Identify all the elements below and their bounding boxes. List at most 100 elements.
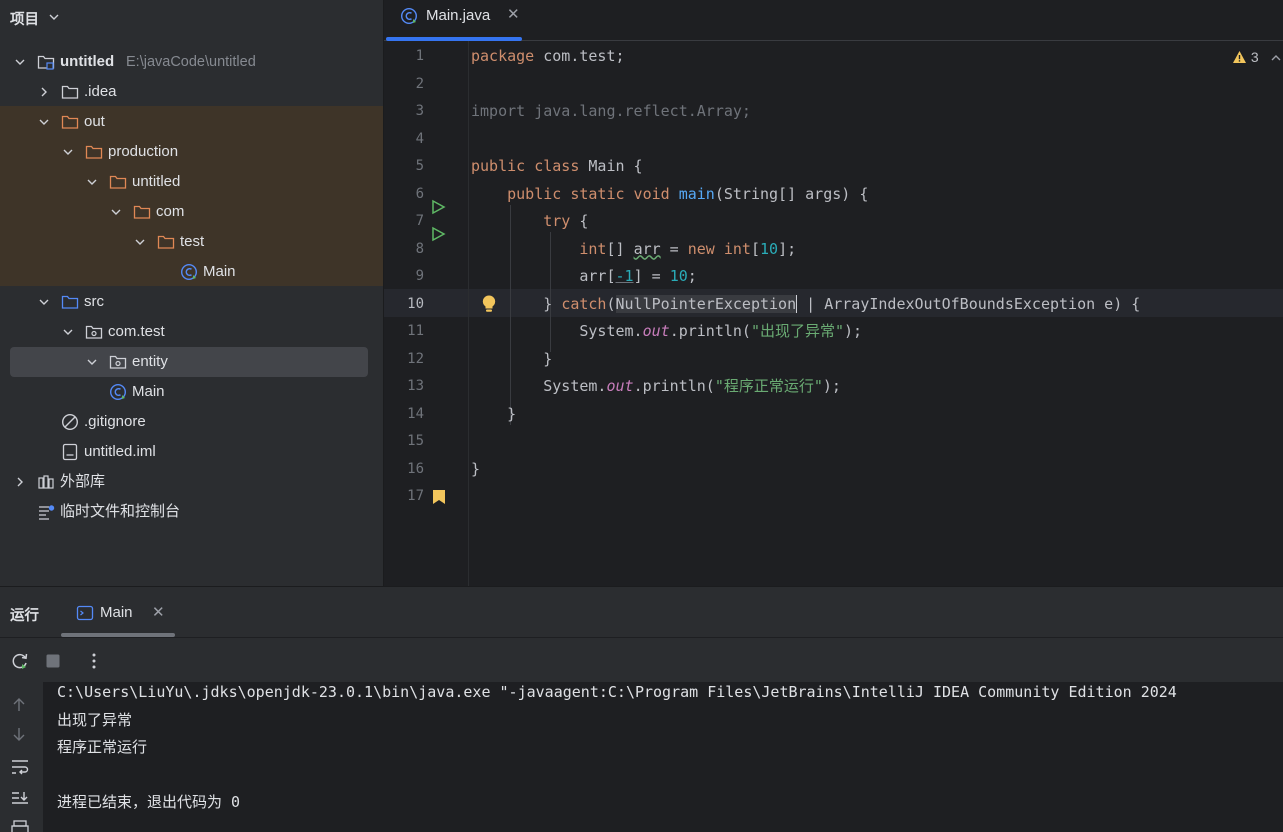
console-output[interactable]: C:\Users\LiuYu\.jdks\openjdk-23.0.1\bin\… [43,682,1283,832]
tree-item-com[interactable]: com [0,197,383,227]
warning-icon [1233,51,1246,63]
run-gutter-icon[interactable] [430,199,446,215]
run-gutter-icon[interactable] [430,226,446,242]
rerun-icon[interactable] [10,651,30,671]
tree-item-label: src [84,293,104,310]
tree-item-label: Main [132,383,165,400]
code-line-12[interactable]: } [471,346,552,374]
tree-item-label: untitled [60,53,115,70]
java-class-icon [109,383,127,401]
line-number: 17 [407,488,424,504]
tree-item-src[interactable]: src [0,287,383,317]
chevron-down-icon[interactable] [62,326,74,338]
tree-item-label: .gitignore [84,413,146,430]
line-number: 11 [407,323,424,339]
tree-item-label: com.test [108,323,165,340]
tree-item-out[interactable]: out [0,107,383,137]
excluded-folder-icon [85,145,103,159]
package-icon [85,325,103,339]
chevron-up-icon[interactable] [1270,52,1282,64]
tree-item-test[interactable]: test [0,227,383,257]
tree-item-label: untitled [132,173,181,190]
line-number: 10 [407,295,424,312]
chevron-down-icon[interactable] [38,116,50,128]
code-line-5[interactable]: public class Main { [471,153,643,181]
code-line-7[interactable]: try { [471,208,588,236]
tree-item-com-test[interactable]: com.test [0,317,383,347]
code-line-6[interactable]: public static void main(String[] args) { [471,181,868,209]
code-line-8[interactable]: int[] arr = new int[10]; [471,236,796,264]
run-tab-main[interactable]: Main ✕ [62,594,175,634]
tree-item-untitled-root[interactable]: untitled E:\javaCode\untitled [0,47,383,77]
tab-main-java[interactable]: Main.java ✕ [384,0,520,41]
code-line-16[interactable]: } [471,456,480,484]
line-number: 5 [415,158,424,174]
tree-item-iml[interactable]: untitled.iml [0,437,383,467]
code-line-1[interactable]: package com.test; [471,43,625,71]
scroll-to-end-icon[interactable] [10,790,30,808]
stop-icon[interactable] [45,653,61,669]
java-class-icon [400,7,418,25]
tree-item-label: out [84,113,105,130]
console-line: 程序正常运行 [57,738,148,756]
print-icon[interactable] [10,820,30,832]
line-number: 6 [415,185,424,202]
code-line-3[interactable]: import java.lang.reflect.Array; [471,98,751,126]
tree-item-scratches[interactable]: 临时文件和控制台 [0,497,383,527]
inspection-widget[interactable]: 3 [1232,49,1259,65]
tree-item-untitled-output[interactable]: untitled [0,167,383,197]
console-icon [76,605,94,621]
run-toolbar [0,638,1283,682]
chevron-down-icon[interactable] [48,11,60,23]
tree-item-production[interactable]: production [0,137,383,167]
tree-item-label: 临时文件和控制台 [60,503,181,520]
console-line: 进程已结束，退出代码为 0 [57,793,241,811]
gutter-separator [468,41,469,586]
chevron-down-icon[interactable] [86,356,98,368]
project-panel-header: 项目 [0,0,383,34]
chevron-right-icon[interactable] [38,86,50,98]
editor-gutter: 1 2 3 4 5 6 7 8 9 10 11 12 13 14 15 16 1… [384,41,496,586]
arrow-up-icon[interactable] [10,696,28,714]
more-options-icon[interactable] [86,652,102,670]
excluded-folder-icon [109,175,127,189]
tree-item-idea[interactable]: .idea [0,77,383,107]
arrow-down-icon[interactable] [10,725,28,743]
chevron-down-icon[interactable] [38,296,50,308]
module-file-icon [62,443,78,461]
chevron-down-icon[interactable] [14,56,26,68]
code-line-10[interactable]: } catch(NullPointerException | ArrayInde… [471,291,1140,319]
tree-item-label: com [156,203,185,220]
run-tool-window: 运行 Main ✕ C:\Users\LiuYu\.jdks\openjdk-2… [0,586,1283,832]
tree-item-gitignore[interactable]: .gitignore [0,407,383,437]
chevron-down-icon[interactable] [86,176,98,188]
code-line-11[interactable]: System.out.println("出现了异常"); [471,318,862,346]
tree-item-entity[interactable]: entity [0,347,383,377]
console-side-toolbar [0,682,43,832]
chevron-down-icon[interactable] [62,146,74,158]
close-icon[interactable]: ✕ [507,5,520,23]
tree-item-label: test [180,233,205,250]
chevron-right-icon[interactable] [14,476,26,488]
tree-item-external-libraries[interactable]: 外部库 [0,467,383,497]
code-line-13[interactable]: System.out.println("程序正常运行"); [471,373,841,401]
folder-icon [61,85,79,99]
project-panel-title[interactable]: 项目 [10,8,39,29]
tab-label: Main.java [426,7,491,24]
code-line-9[interactable]: arr[-1] = 10; [471,263,696,291]
code-line-14[interactable]: } [471,401,516,429]
tree-item-main-class[interactable]: Main [0,377,383,407]
soft-wrap-icon[interactable] [10,758,30,776]
chevron-down-icon[interactable] [110,206,122,218]
tree-item-label: untitled.iml [84,443,156,460]
tree-item-label: entity [132,353,168,370]
tree-item-label: production [108,143,179,160]
line-number: 13 [407,378,424,394]
close-icon[interactable]: ✕ [152,603,165,621]
chevron-down-icon[interactable] [134,236,146,248]
bookmark-icon[interactable] [432,489,446,505]
tree-item-main-class-output[interactable]: Main [0,257,383,287]
run-panel-title: 运行 [10,608,39,624]
line-number: 3 [415,103,424,119]
tree-item-label: Main [203,263,236,280]
